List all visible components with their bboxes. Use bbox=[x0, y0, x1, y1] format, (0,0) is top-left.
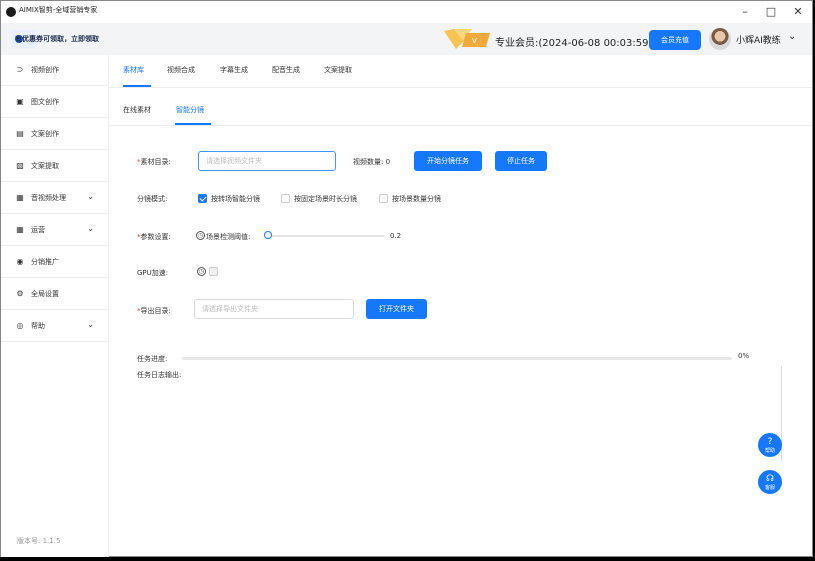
username[interactable]: 小辉AI教练 bbox=[736, 33, 781, 46]
primary-tabs: 素材库 视频合成 字幕生成 配音生成 文案提取 bbox=[109, 55, 812, 88]
sidebar-item-label: 文案创作 bbox=[31, 130, 59, 138]
float-support-button[interactable]: ☊ 客服 bbox=[758, 470, 782, 494]
task-log-label: 任务日志输出: bbox=[137, 371, 182, 379]
split-mode-label: 分镜模式: bbox=[137, 195, 168, 203]
app-logo-icon bbox=[6, 7, 16, 17]
task-progress-value: 0% bbox=[738, 352, 750, 360]
sidebar-item-video-create[interactable]: ⊃ 视频创作 bbox=[1, 55, 108, 86]
sidebar-item-label: 视频创作 bbox=[31, 66, 59, 74]
task-progress-bar bbox=[182, 357, 732, 360]
export-dir-input[interactable]: 请选择导出文件夹 bbox=[194, 299, 354, 319]
tab-subtitle-gen[interactable]: 字幕生成 bbox=[220, 65, 248, 75]
active-subtab-indicator bbox=[175, 123, 211, 125]
tab-material-library[interactable]: 素材库 bbox=[123, 65, 144, 75]
user-avatar[interactable] bbox=[709, 28, 731, 50]
version-label: 版本号: 1.1.5 bbox=[17, 537, 61, 545]
secondary-tabs: 在线素材 智能分镜 bbox=[109, 99, 812, 126]
export-dir-label: *导出目录: bbox=[137, 307, 171, 315]
chevron-down-icon: ⌄ bbox=[87, 192, 94, 201]
tab-video-compose[interactable]: 视频合成 bbox=[167, 65, 195, 75]
sidebar: ⊃ 视频创作 ▣ 图文创作 ▤ 文案创作 ▧ 文案提取 ▦ 音视频处理 ⌄ ▦ … bbox=[1, 55, 109, 557]
window-title: AIMIX智剪-全域营销专家 bbox=[19, 6, 98, 14]
sidebar-item-av-process[interactable]: ▦ 音视频处理 ⌄ bbox=[1, 183, 108, 214]
clock-icon: ◷ bbox=[196, 231, 205, 240]
source-dir-label: *素材目录: bbox=[137, 158, 171, 166]
renew-membership-button[interactable]: 会员充值 bbox=[649, 30, 701, 50]
threshold-slider-track[interactable] bbox=[265, 235, 385, 237]
gpu-label: GPU加速: bbox=[137, 269, 169, 277]
coupon-banner[interactable]: 有优惠券可领取，立即领取 bbox=[11, 30, 99, 48]
image-text-icon: ▣ bbox=[16, 97, 24, 106]
minimize-button[interactable]: – bbox=[734, 4, 756, 20]
sidebar-item-settings[interactable]: ⚙ 全局设置 bbox=[1, 279, 108, 310]
headset-icon: ☊ bbox=[766, 474, 774, 484]
sidebar-item-label: 图文创作 bbox=[31, 98, 59, 106]
settings-icon: ⚙ bbox=[16, 289, 24, 298]
sidebar-item-doc-create[interactable]: ▤ 文案创作 bbox=[1, 119, 108, 150]
video-count: 视频数量: 0 bbox=[353, 158, 391, 166]
doc-extract-icon: ▧ bbox=[16, 161, 24, 170]
float-help-button[interactable]: ? 帮助 bbox=[758, 433, 782, 457]
tab-online-material[interactable]: 在线素材 bbox=[123, 105, 151, 115]
split-by-count-label[interactable]: 按场景数量分镜 bbox=[392, 194, 441, 204]
svg-text:V: V bbox=[472, 37, 477, 45]
split-by-duration-label[interactable]: 按固定场景时长分镜 bbox=[294, 194, 357, 204]
tab-text-extract[interactable]: 文案提取 bbox=[324, 65, 352, 75]
av-process-icon: ▦ bbox=[16, 193, 24, 202]
operation-icon: ▦ bbox=[16, 225, 24, 234]
app-window: AIMIX智剪-全域营销专家 – □ ✕ 有优惠券可领取，立即领取 V 专业会员… bbox=[0, 0, 813, 557]
video-create-icon: ⊃ bbox=[16, 65, 24, 74]
float-help-label: 帮助 bbox=[764, 448, 775, 454]
source-dir-input[interactable]: 请选择视频文件夹 bbox=[198, 151, 336, 171]
doc-create-icon: ▤ bbox=[16, 129, 24, 138]
split-by-transition-label[interactable]: 按转场智能分镜 bbox=[211, 194, 260, 204]
sidebar-item-label: 帮助 bbox=[31, 322, 45, 330]
threshold-label: 场景检测阈值: bbox=[206, 233, 251, 241]
vip-crown-icon: V bbox=[444, 29, 490, 49]
tab-smart-split[interactable]: 智能分镜 bbox=[176, 105, 204, 115]
membership-status: 专业会员:(2024-06-08 00:03:59) bbox=[495, 38, 653, 49]
threshold-value: 0.2 bbox=[390, 232, 402, 240]
sidebar-item-label: 文案提取 bbox=[31, 162, 59, 170]
open-folder-button[interactable]: 打开文件夹 bbox=[366, 299, 427, 319]
sidebar-item-help[interactable]: ◎ 帮助 ⌄ bbox=[1, 311, 108, 342]
clock-icon: ◷ bbox=[197, 267, 206, 276]
task-progress-label: 任务进度: bbox=[137, 355, 168, 363]
maximize-button[interactable]: □ bbox=[760, 4, 782, 20]
chevron-down-icon[interactable]: ⌄ bbox=[788, 31, 796, 42]
tab-voiceover-gen[interactable]: 配音生成 bbox=[272, 65, 300, 75]
active-tab-indicator bbox=[123, 85, 151, 87]
chevron-down-icon: ⌄ bbox=[87, 320, 94, 329]
question-icon: ? bbox=[767, 437, 773, 447]
sidebar-item-label: 音视频处理 bbox=[31, 194, 66, 202]
close-button[interactable]: ✕ bbox=[787, 4, 809, 20]
title-bar: AIMIX智剪-全域营销专家 – □ ✕ bbox=[1, 1, 812, 23]
top-header: 有优惠券可领取，立即领取 V 专业会员:(2024-06-08 00:03:59… bbox=[1, 23, 812, 55]
stop-task-button[interactable]: 停止任务 bbox=[495, 151, 547, 171]
promotion-icon: ◉ bbox=[16, 257, 24, 266]
help-icon: ◎ bbox=[16, 321, 24, 330]
split-by-transition-checkbox[interactable] bbox=[198, 194, 207, 203]
split-by-duration-checkbox[interactable] bbox=[281, 194, 290, 203]
sidebar-item-label: 分销推广 bbox=[31, 258, 59, 266]
gpu-accel-checkbox[interactable] bbox=[209, 267, 218, 276]
split-by-count-checkbox[interactable] bbox=[379, 194, 388, 203]
float-support-label: 客服 bbox=[764, 485, 775, 491]
threshold-slider-handle[interactable] bbox=[264, 231, 272, 239]
params-label: *参数设置: bbox=[137, 233, 171, 241]
start-split-button[interactable]: 开始分镜任务 bbox=[414, 151, 482, 171]
sidebar-item-promotion[interactable]: ◉ 分销推广 bbox=[1, 247, 108, 278]
sidebar-item-operation[interactable]: ▦ 运营 ⌄ bbox=[1, 215, 108, 246]
sidebar-item-label: 运营 bbox=[31, 226, 45, 234]
coupon-text: 有优惠券可领取，立即领取 bbox=[15, 35, 99, 43]
chevron-down-icon: ⌄ bbox=[87, 224, 94, 233]
sidebar-item-image-text[interactable]: ▣ 图文创作 bbox=[1, 87, 108, 118]
sidebar-item-label: 全局设置 bbox=[31, 290, 59, 298]
sidebar-item-doc-extract[interactable]: ▧ 文案提取 bbox=[1, 151, 108, 182]
